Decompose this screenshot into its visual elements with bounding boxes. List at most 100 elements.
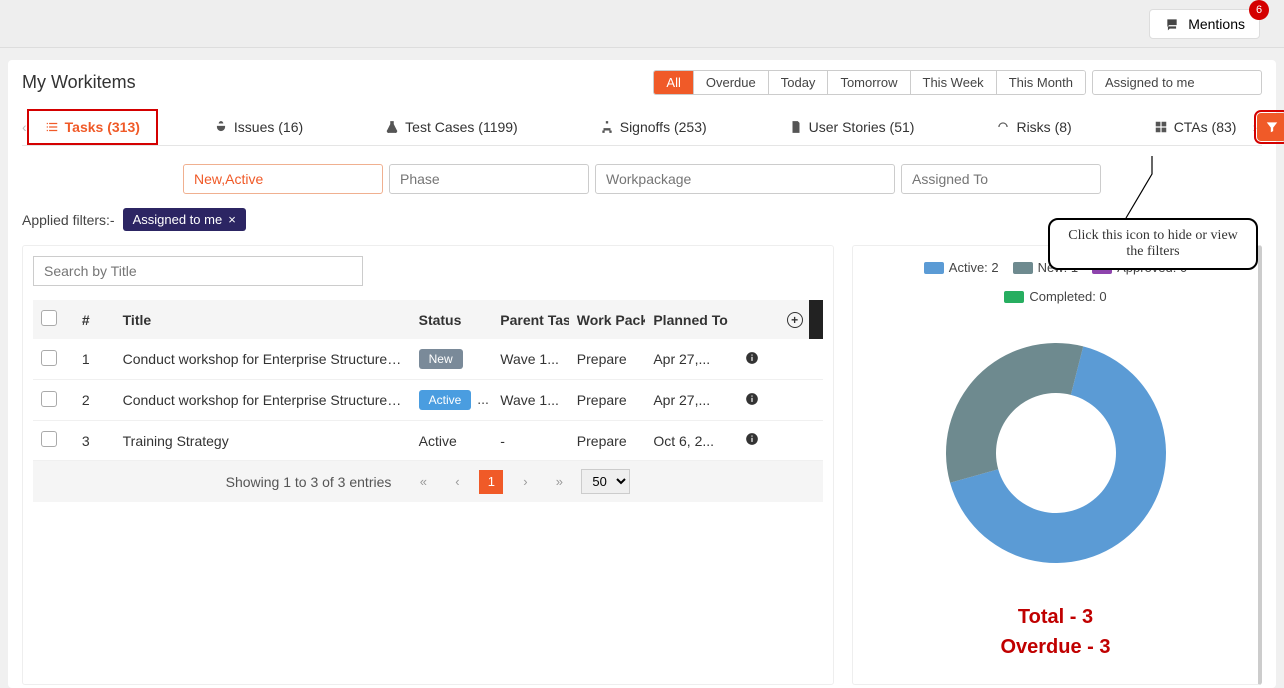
row-planned: Oct 6, 2... [645,421,737,461]
row-parent: Wave 1... [492,380,569,421]
assigned-filter-input[interactable] [901,164,1101,194]
row-number: 2 [74,380,115,421]
tab-userstories-label: User Stories (51) [809,119,915,135]
chart-totals: Total - 3 Overdue - 3 [867,602,1244,662]
header-planned[interactable]: Planned To [645,300,737,339]
list-check-icon [45,120,59,134]
pager: Showing 1 to 3 of 3 entries « ‹ 1 › » 50 [33,461,823,502]
mentions-button[interactable]: Mentions 6 [1149,9,1260,39]
filter-this-month[interactable]: This Month [997,71,1085,94]
document-icon [789,120,803,134]
table-panel: # Title Status Parent Tas Work Pack Plan… [22,245,834,685]
tabs-action-buttons [1257,113,1284,141]
header-status[interactable]: Status [411,300,493,339]
status-badge: Active [419,390,472,410]
flask-icon [385,120,399,134]
table-header-row: # Title Status Parent Tas Work Pack Plan… [33,300,823,339]
pager-first[interactable]: « [411,470,435,494]
legend-active[interactable]: Active: 2 [924,260,999,275]
header-scroll [809,300,823,339]
pager-summary: Showing 1 to 3 of 3 entries [226,474,392,490]
table-row[interactable]: 1 Conduct workshop for Enterprise Struct… [33,339,823,380]
filter-this-week[interactable]: This Week [911,71,997,94]
legend-completed[interactable]: Completed: 0 [1004,289,1106,304]
applied-filter-chip[interactable]: Assigned to me × [123,208,246,231]
status-badge: New [419,349,463,369]
filter-today[interactable]: Today [769,71,829,94]
status-filter-input[interactable]: New,Active [183,164,383,194]
workitem-table: # Title Status Parent Tas Work Pack Plan… [33,300,823,461]
toggle-filters-button[interactable] [1257,113,1284,141]
applied-filters-label: Applied filters:- [22,212,115,228]
notification-badge: 6 [1249,0,1269,20]
page-size-select[interactable]: 50 [581,469,630,494]
row-number: 1 [74,339,115,380]
tab-ctas[interactable]: CTAs (83) [1138,111,1253,143]
pager-next[interactable]: › [513,470,537,494]
status-overflow: ... [477,391,489,407]
search-input[interactable] [33,256,363,286]
row-parent: Wave 1... [492,339,569,380]
row-title: Conduct workshop for Enterprise Structur… [115,380,411,421]
header-number[interactable]: # [74,300,115,339]
tab-risks-label: Risks (8) [1016,119,1071,135]
workpackage-filter-input[interactable] [595,164,895,194]
help-callout: Click this icon to hide or view the filt… [1048,218,1258,270]
info-icon[interactable] [745,351,759,365]
filter-input-row: New,Active [22,164,1262,194]
row-wp: Prepare [569,421,646,461]
pager-page-1[interactable]: 1 [479,470,503,494]
tab-signoffs-label: Signoffs (253) [620,119,707,135]
filter-icon [1265,120,1279,134]
table-row[interactable]: 3 Training Strategy Active - Prepare Oct… [33,421,823,461]
chip-label: Assigned to me [133,212,223,227]
overdue-line: Overdue - 3 [867,632,1244,662]
pager-prev[interactable]: ‹ [445,470,469,494]
tab-tasks-label: Tasks (313) [65,119,140,135]
filter-overdue[interactable]: Overdue [694,71,769,94]
table-row[interactable]: 2 Conduct workshop for Enterprise Struct… [33,380,823,421]
row-title: Training Strategy [115,421,411,461]
workitem-tabs: ‹ Tasks (313) Issues (16) Test Cases (11… [22,109,1262,146]
filter-tomorrow[interactable]: Tomorrow [828,71,910,94]
filter-assigned-to-me[interactable]: Assigned to me [1092,70,1262,95]
row-checkbox[interactable] [41,431,57,447]
tab-issues[interactable]: Issues (16) [198,111,319,143]
tab-issues-label: Issues (16) [234,119,303,135]
tab-testcases[interactable]: Test Cases (1199) [369,111,534,143]
row-planned: Apr 27,... [645,380,737,421]
pager-last[interactable]: » [547,470,571,494]
chip-remove-icon[interactable]: × [228,212,236,227]
gauge-icon [996,120,1010,134]
tab-signoffs[interactable]: Signoffs (253) [584,111,723,143]
content-area: # Title Status Parent Tas Work Pack Plan… [22,245,1262,685]
grid-icon [1154,120,1168,134]
add-column-button[interactable]: + [787,312,803,328]
phase-filter-input[interactable] [389,164,589,194]
tab-ctas-label: CTAs (83) [1174,119,1237,135]
row-checkbox[interactable] [41,391,57,407]
tab-userstories[interactable]: User Stories (51) [773,111,931,143]
panel-header: My Workitems All Overdue Today Tomorrow … [22,70,1262,95]
sitemap-icon [600,120,614,134]
info-icon[interactable] [745,432,759,446]
bug-icon [214,120,228,134]
tab-testcases-label: Test Cases (1199) [405,119,518,135]
filter-all[interactable]: All [654,71,693,94]
tab-risks[interactable]: Risks (8) [980,111,1087,143]
row-title: Conduct workshop for Enterprise Structur… [115,339,411,380]
total-line: Total - 3 [867,602,1244,632]
row-checkbox[interactable] [41,350,57,366]
header-parent[interactable]: Parent Tas [492,300,569,339]
row-number: 3 [74,421,115,461]
row-wp: Prepare [569,380,646,421]
select-all-checkbox[interactable] [41,310,57,326]
header-select [33,300,74,339]
donut-chart [867,304,1244,602]
header-workpackage[interactable]: Work Pack [569,300,646,339]
header-actions: + [737,300,808,339]
header-title[interactable]: Title [115,300,411,339]
tab-tasks[interactable]: Tasks (313) [27,109,158,145]
info-icon[interactable] [745,392,759,406]
row-parent: - [492,421,569,461]
